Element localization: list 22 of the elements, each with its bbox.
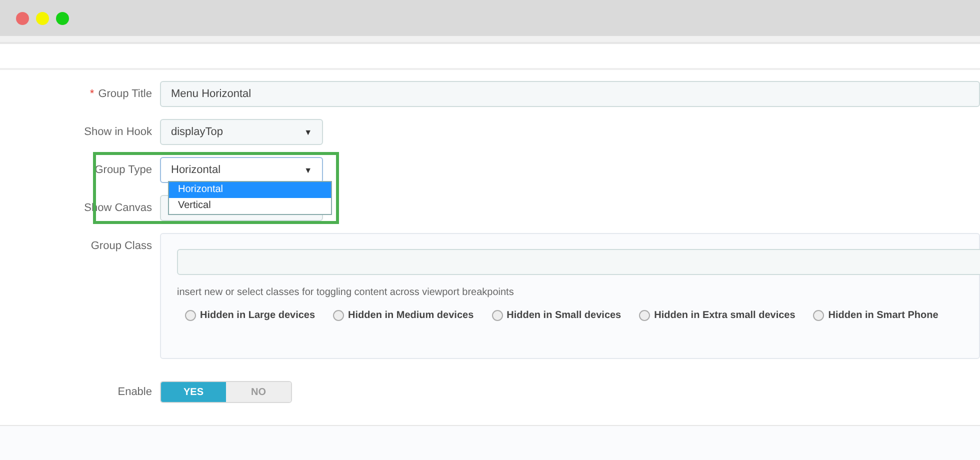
radio-option[interactable]: Hidden in Small devices [492, 310, 622, 321]
field-label: Group Title [98, 88, 152, 100]
field-label: Show in Hook [83, 126, 153, 138]
minimize-button[interactable] [36, 12, 49, 24]
required-mark: * [90, 88, 94, 100]
field-label: Enable [116, 386, 153, 398]
radio-option[interactable]: Hidden in Medium devices [333, 310, 474, 321]
help-text: insert new or select classes for toggling content across viewport breakpoints [177, 287, 515, 298]
field-label: Group Type [94, 164, 153, 176]
radio-option[interactable]: Hidden in Large devices [185, 310, 316, 321]
class-input[interactable] [177, 249, 980, 275]
close-button[interactable] [16, 12, 29, 24]
radio-option[interactable]: Hidden in Extra small devices [639, 310, 796, 321]
select-field[interactable]: Horizontal ▼ [160, 157, 323, 183]
caret-icon: ▼ [304, 128, 312, 136]
select-field[interactable]: displayTop ▼ [160, 119, 323, 145]
caret-icon: ▼ [304, 166, 312, 174]
text-input[interactable]: Menu Horizontal [160, 81, 980, 107]
field-label: Group Class [90, 239, 153, 252]
radio-option[interactable]: Hidden in Smart Phone [813, 310, 938, 321]
maximize-button[interactable] [56, 12, 69, 24]
dropdown-option[interactable]: Vertical [169, 198, 331, 214]
